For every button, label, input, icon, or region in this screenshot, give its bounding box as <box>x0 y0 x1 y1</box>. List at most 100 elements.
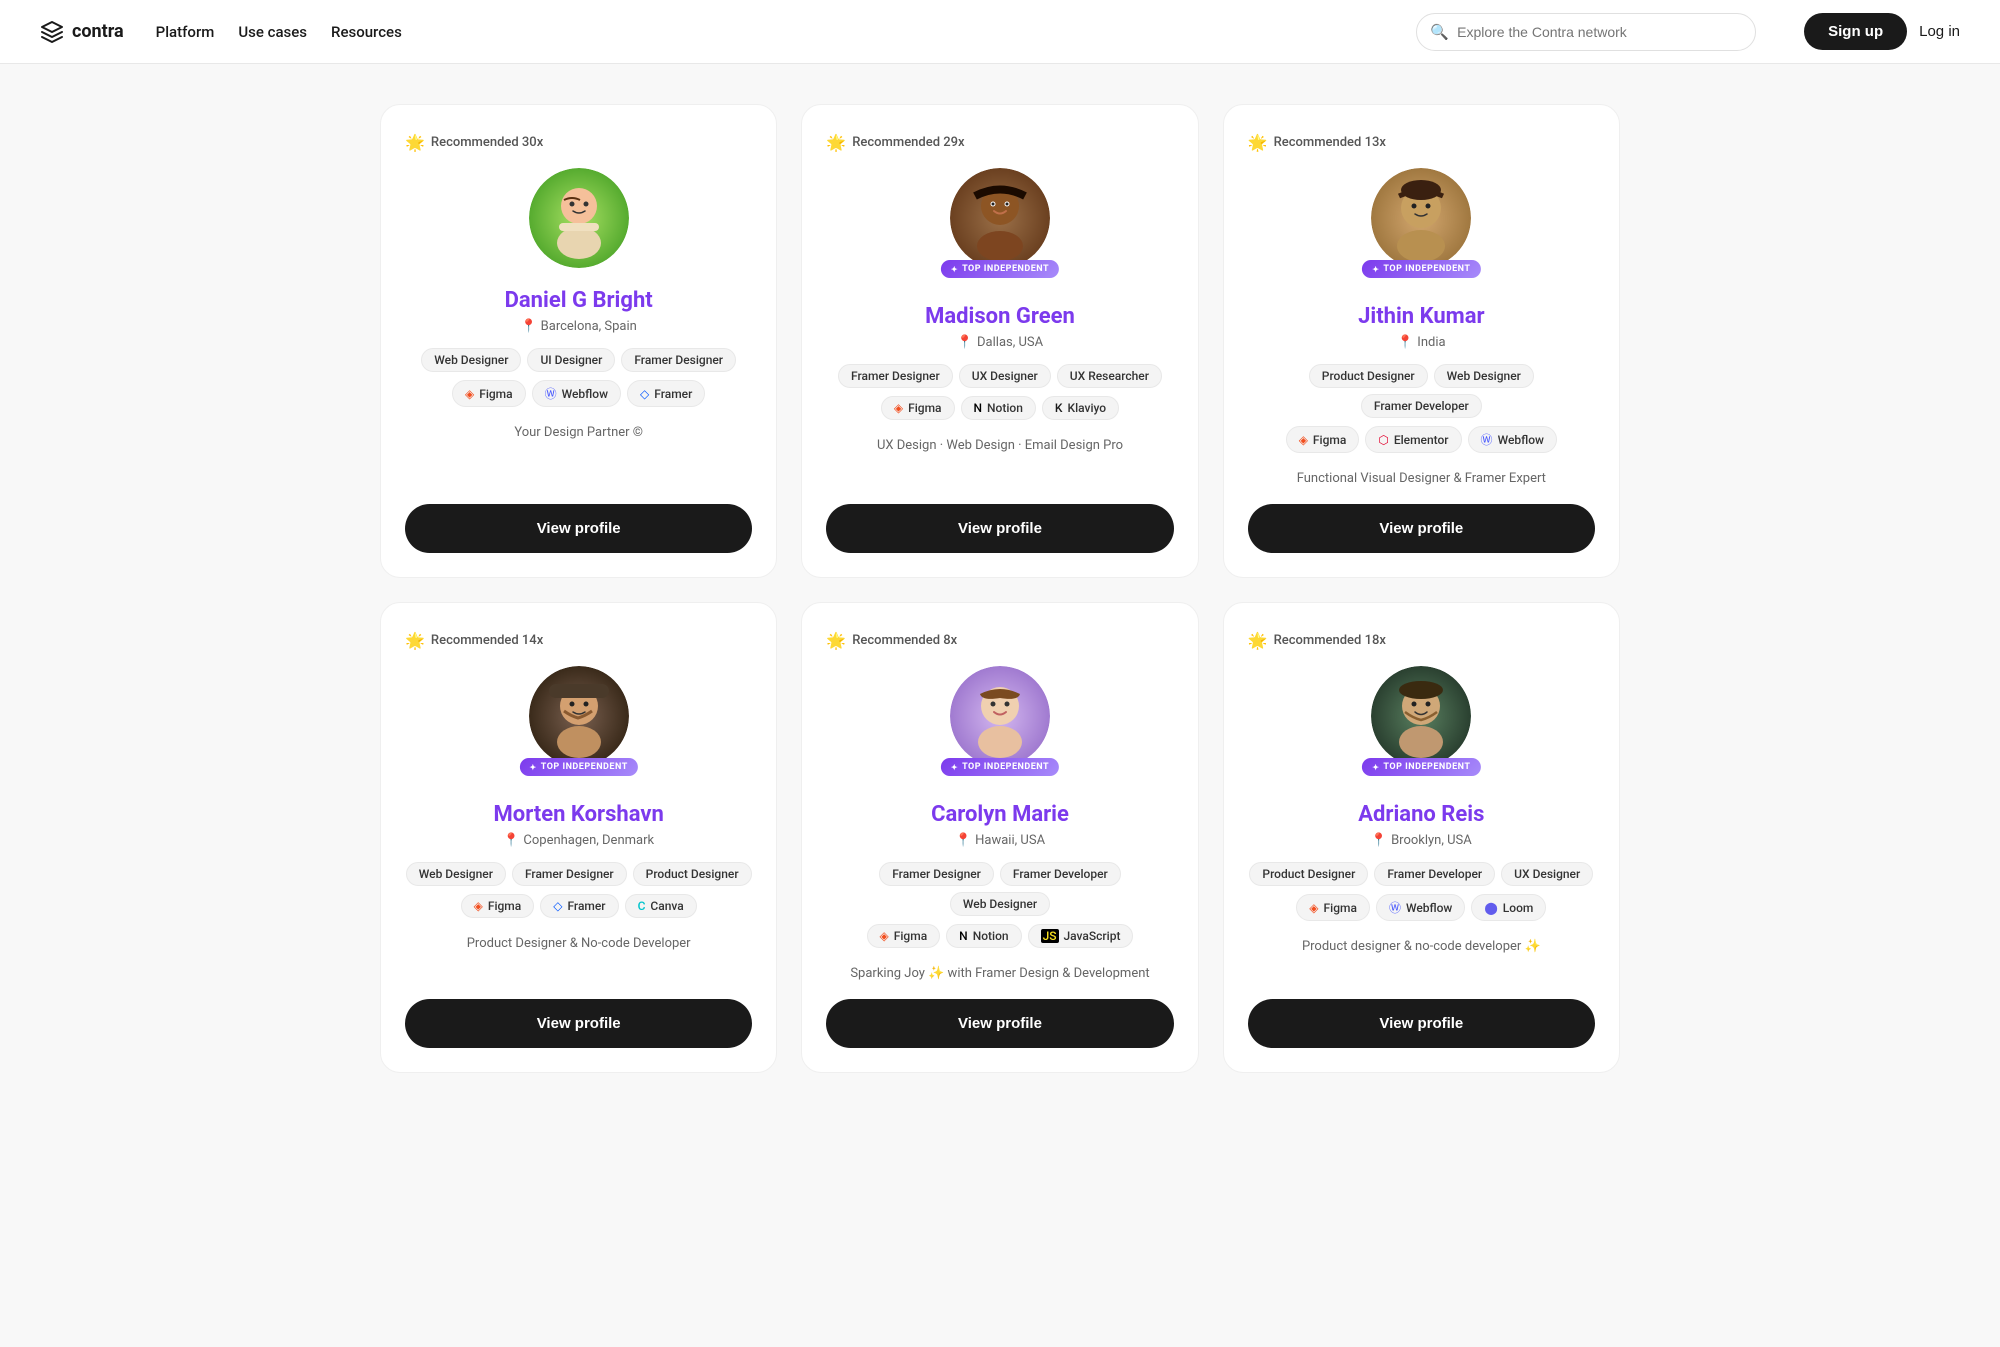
logo-icon <box>40 20 64 44</box>
main-content: 🌟 Recommended 30x Daniel G Bright 📍 Barc… <box>340 64 1660 1113</box>
location-text: Dallas, USA <box>977 335 1043 350</box>
top-independent-badge: TOP INDEPENDENT <box>941 758 1059 776</box>
recommended-text: Recommended 18x <box>1274 633 1386 648</box>
profile-card-morten: 🌟 Recommended 14x TOP INDEPENDENT Morten… <box>380 602 777 1073</box>
skill-tag: Web Designer <box>950 892 1050 916</box>
profile-bio: Your Design Partner © <box>514 425 643 440</box>
tool-tag: ◈Figma <box>452 380 526 407</box>
skill-tags: Framer DesignerUX DesignerUX Researcher <box>838 364 1162 388</box>
profile-location: 📍 Copenhagen, Denmark <box>503 833 654 848</box>
tool-tag: ⬡Elementor <box>1365 426 1461 453</box>
notion-icon: N <box>959 929 968 943</box>
profile-name: Adriano Reis <box>1358 802 1484 827</box>
top-independent-badge: TOP INDEPENDENT <box>1362 758 1480 776</box>
profile-card-carolyn: 🌟 Recommended 8x TOP INDEPENDENT Carolyn… <box>801 602 1198 1073</box>
tool-tag: ⓌWebflow <box>532 380 621 407</box>
profile-name: Morten Korshavn <box>494 802 664 827</box>
tool-tag: ⓌWebflow <box>1468 426 1557 453</box>
tool-tag: ⓌWebflow <box>1376 894 1465 921</box>
skill-tag: Framer Designer <box>621 348 736 372</box>
nav-use-cases[interactable]: Use cases <box>238 23 307 41</box>
avatar-wrapper: TOP INDEPENDENT <box>1371 168 1471 268</box>
webflow-icon: Ⓦ <box>545 385 557 402</box>
location-text: Barcelona, Spain <box>541 319 637 334</box>
skill-tags: Web DesignerFramer DesignerProduct Desig… <box>406 862 752 886</box>
profile-card-madison: 🌟 Recommended 29x TOP INDEPENDENT Madiso… <box>801 104 1198 578</box>
tool-tag: JSJavaScript <box>1028 924 1134 948</box>
tool-tag: ◇Framer <box>540 894 618 918</box>
avatar-wrapper: TOP INDEPENDENT <box>950 168 1050 268</box>
location-icon: 📍 <box>1397 335 1413 350</box>
tool-tag: ◈Figma <box>1296 894 1370 921</box>
skill-tag: Framer Designer <box>879 862 994 886</box>
tool-tag: ◈Figma <box>881 396 955 420</box>
signup-button[interactable]: Sign up <box>1804 13 1907 50</box>
figma-icon: ◈ <box>465 387 474 401</box>
webflow-icon: Ⓦ <box>1389 899 1401 916</box>
star-icon: 🌟 <box>1248 631 1268 650</box>
profile-bio: Product designer & no-code developer ✨ <box>1302 939 1541 954</box>
profile-name: Daniel G Bright <box>505 288 653 313</box>
profile-card-adriano: 🌟 Recommended 18x TOP INDEPENDENT Adrian… <box>1223 602 1620 1073</box>
skill-tag: Framer Designer <box>512 862 627 886</box>
view-profile-button[interactable]: View profile <box>405 999 752 1048</box>
nav-actions: Sign up Log in <box>1804 13 1960 50</box>
top-independent-badge: TOP INDEPENDENT <box>941 260 1059 278</box>
location-icon: 📍 <box>955 833 971 848</box>
view-profile-button[interactable]: View profile <box>405 504 752 553</box>
skill-tag: UX Researcher <box>1057 364 1162 388</box>
recommended-badge: 🌟 Recommended 30x <box>405 133 543 152</box>
navigation: contra Platform Use cases Resources 🔍 Si… <box>0 0 2000 64</box>
notion-icon: N <box>974 401 983 415</box>
profile-bio: Functional Visual Designer & Framer Expe… <box>1297 471 1546 486</box>
avatar-wrapper: TOP INDEPENDENT <box>529 666 629 766</box>
nav-resources[interactable]: Resources <box>331 23 402 41</box>
star-icon: 🌟 <box>826 631 846 650</box>
skill-tag: UI Designer <box>527 348 615 372</box>
location-text: Brooklyn, USA <box>1391 833 1472 848</box>
tool-tag: CCanva <box>625 894 697 918</box>
profile-card-jithin: 🌟 Recommended 13x TOP INDEPENDENT Jithin… <box>1223 104 1620 578</box>
logo-text: contra <box>72 21 124 42</box>
avatar-wrapper: TOP INDEPENDENT <box>1371 666 1471 766</box>
location-text: Copenhagen, Denmark <box>523 833 654 848</box>
nav-platform[interactable]: Platform <box>156 23 215 41</box>
canva-icon: C <box>638 899 646 913</box>
skill-tags: Product DesignerWeb Designer Framer Devel… <box>1248 364 1595 418</box>
tool-tag: NNotion <box>961 396 1036 420</box>
search-input[interactable] <box>1416 13 1756 51</box>
skill-tags: Framer DesignerFramer DeveloperWeb Desig… <box>826 862 1173 916</box>
loom-icon: ⬤ <box>1484 901 1497 915</box>
login-button[interactable]: Log in <box>1919 23 1960 40</box>
location-icon: 📍 <box>1371 833 1387 848</box>
view-profile-button[interactable]: View profile <box>826 999 1173 1048</box>
recommended-badge: 🌟 Recommended 29x <box>826 133 964 152</box>
recommended-text: Recommended 13x <box>1274 135 1386 150</box>
tool-tag: ◈Figma <box>1286 426 1360 453</box>
tool-tags: ◈Figma◇FramerCCanva <box>461 894 697 918</box>
location-icon: 📍 <box>957 335 973 350</box>
view-profile-button[interactable]: View profile <box>1248 504 1595 553</box>
tool-tags: ◈FigmaNNotionKKlaviyo <box>881 396 1119 420</box>
location-text: Hawaii, USA <box>975 833 1045 848</box>
skill-tag: Web Designer <box>1434 364 1534 388</box>
tool-tags: ◈FigmaⓌWebflow◇Framer <box>452 380 705 407</box>
skill-tag: Web Designer <box>406 862 506 886</box>
logo[interactable]: contra <box>40 20 124 44</box>
profile-name: Madison Green <box>925 304 1075 329</box>
profile-bio: Product Designer & No-code Developer <box>467 936 691 951</box>
elementor-icon: ⬡ <box>1378 433 1388 447</box>
top-independent-badge: TOP INDEPENDENT <box>1362 260 1480 278</box>
profile-location: 📍 Hawaii, USA <box>955 833 1045 848</box>
avatar-wrapper <box>529 168 629 268</box>
tool-tag: KKlaviyo <box>1042 396 1119 420</box>
star-icon: 🌟 <box>1248 133 1268 152</box>
tool-tag: ⬤Loom <box>1471 894 1546 921</box>
view-profile-button[interactable]: View profile <box>826 504 1173 553</box>
location-icon: 📍 <box>503 833 519 848</box>
klaviyo-icon: K <box>1055 401 1063 415</box>
view-profile-button[interactable]: View profile <box>1248 999 1595 1048</box>
profile-location: 📍 Dallas, USA <box>957 335 1043 350</box>
skill-tag: Product Designer <box>1309 364 1428 388</box>
skill-tag: Framer Developer <box>1361 394 1482 418</box>
